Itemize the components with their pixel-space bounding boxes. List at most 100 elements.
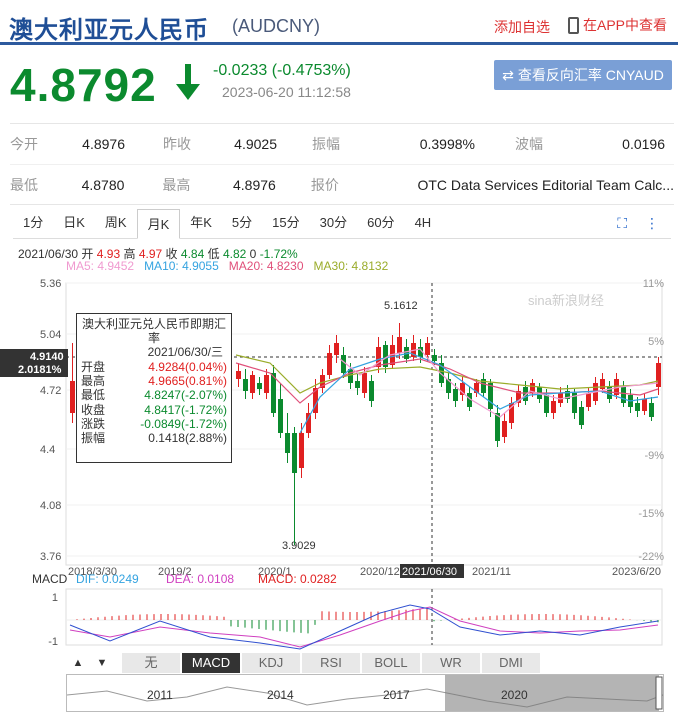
macd-dea: DEA: 0.0108: [166, 572, 234, 586]
indicator-tab-0[interactable]: 无: [122, 653, 180, 673]
y-right-tick-label: 5%: [648, 336, 664, 348]
tooltip-label: 最低: [81, 388, 106, 403]
stat-label: 报价: [310, 176, 339, 193]
y-right-tick-label: 11%: [643, 278, 664, 290]
tooltip-value: 4.8417(-1.72%): [144, 402, 227, 417]
min-label: 3.9029: [282, 540, 316, 552]
y-tick-label: 4.4: [40, 444, 55, 456]
tooltip-date: 2021/06/30/三: [147, 345, 223, 359]
candle-body: [299, 433, 304, 468]
stat-value: 4.8780: [81, 176, 125, 193]
candle-body: [306, 413, 311, 433]
macd-label: MACD: [32, 572, 68, 586]
macd-y-label: 1: [52, 592, 58, 604]
indicator-tab-6[interactable]: DMI: [482, 653, 540, 673]
indicator-tabs: ▲ ▼ 无 MACD KDJ RSI BOLL WR DMI: [66, 652, 664, 674]
overview-year: 2017: [383, 688, 410, 702]
x-tick-label: 2021/11: [472, 566, 511, 578]
y-tick-label: 5.36: [40, 278, 61, 290]
indicator-tab-2[interactable]: KDJ: [242, 653, 300, 673]
cursor-pct: 2.0181%: [18, 364, 62, 376]
stat-value: 4.8976: [233, 176, 276, 193]
candle-body: [250, 375, 255, 393]
macd-y-label: -1: [48, 636, 58, 648]
candle-body: [334, 343, 339, 355]
tooltip-value: 4.9284(0.04%): [148, 360, 227, 374]
tooltip: 澳大利亚元兑人民币即期汇率 2021/06/30/三 开盘 4.9284(0.04…: [76, 313, 232, 463]
tooltip-row: 振幅 0.1418(2.88%): [81, 431, 227, 445]
stat-label: 最低: [10, 176, 38, 193]
candle-body: [432, 355, 437, 361]
tooltip-title: 澳大利亚元兑人民币即期汇率: [81, 317, 226, 345]
tooltip-label: 最高: [81, 374, 106, 389]
overview-year: 2011: [147, 688, 173, 702]
overview-handle: [655, 676, 663, 710]
candle-body: [355, 381, 360, 388]
candle-body: [362, 373, 367, 393]
overview-year: 2020: [501, 688, 528, 702]
tooltip-value: -0.0849(-1.72%): [140, 416, 227, 431]
tooltip-label: 收盘: [81, 402, 106, 417]
stat-label: 波幅: [515, 136, 543, 152]
candle-body: [348, 369, 353, 383]
overview-navigator[interactable]: 2011 2014 2017 2020: [66, 674, 664, 712]
tab-9[interactable]: 4H: [405, 208, 442, 238]
indicator-tab-5[interactable]: WR: [422, 653, 480, 673]
overview-year: 2014: [267, 688, 294, 702]
stat-label: 昨收: [163, 136, 191, 152]
tab-5[interactable]: 5分: [222, 208, 262, 238]
kline-tab-list: 1分 日K 周K 月K 年K 5分 15分 30分 60分 4H: [13, 208, 442, 239]
candle-body: [502, 421, 507, 437]
candle-body: [642, 399, 647, 411]
stat-label: 最高: [162, 176, 191, 193]
stat-value: OTC Data Services Editorial Team Calc...: [417, 176, 674, 193]
tooltip-row: 最低 4.8247(-2.07%): [81, 388, 227, 402]
page-title: 澳大利亚元人民币: [9, 17, 209, 44]
open-in-app-link[interactable]: 在APP中查看: [568, 15, 667, 35]
tab-6[interactable]: 15分: [262, 208, 309, 238]
fullscreen-icon[interactable]: ⛶: [617, 215, 627, 232]
tooltip-row: 涨跌 -0.0849(-1.72%): [81, 417, 227, 431]
stat-label: 今开: [10, 136, 38, 152]
candle-body: [635, 403, 640, 411]
ma10-line: [299, 352, 659, 434]
y-tick-label: 4.08: [40, 500, 61, 512]
indicator-tab-4[interactable]: BOLL: [362, 653, 420, 673]
tab-3[interactable]: 月K: [136, 209, 181, 239]
current-price: 4.8792: [10, 59, 157, 111]
tab-0[interactable]: 1分: [13, 208, 53, 238]
ma5-label: MA5: 4.9452: [66, 259, 135, 273]
candle-body: [551, 401, 556, 413]
y-tick-label: 4.72: [40, 385, 61, 397]
macd-value: MACD: 0.0282: [258, 572, 337, 586]
tooltip-label: 开盘: [81, 360, 106, 374]
tab-1[interactable]: 日K: [53, 208, 95, 238]
indicator-tab-1[interactable]: MACD: [182, 653, 240, 673]
tab-2[interactable]: 周K: [95, 208, 137, 238]
tooltip-row: 开盘 4.9284(0.04%): [81, 360, 227, 374]
cursor-price: 4.9140: [30, 351, 64, 363]
tab-7[interactable]: 30分: [310, 208, 357, 238]
arrow-up-icon[interactable]: ▲: [66, 653, 90, 673]
tab-4[interactable]: 年K: [180, 208, 222, 238]
candle-body: [243, 379, 248, 391]
add-favorite-link[interactable]: 添加自选: [494, 17, 550, 37]
candle-body: [579, 407, 584, 425]
arrow-down-icon: [176, 64, 200, 100]
candle-body: [341, 355, 346, 373]
tooltip-value: 4.9665(0.81%): [148, 374, 227, 389]
more-icon[interactable]: ⋮: [645, 215, 659, 232]
stat-value: 0.3998%: [419, 136, 475, 152]
tab-8[interactable]: 60分: [357, 208, 404, 238]
swap-icon: ⇄: [502, 66, 514, 83]
phone-icon: [568, 16, 579, 34]
indicator-tab-3[interactable]: RSI: [302, 653, 360, 673]
ma10-label: MA10: 4.9055: [144, 259, 219, 273]
candle-body: [278, 399, 283, 433]
cursor-date: 2021/06/30: [402, 566, 457, 578]
watermark: sina新浪财经: [528, 293, 604, 308]
reverse-rate-button[interactable]: ⇄ 查看反向汇率 CNYAUD: [494, 60, 672, 90]
candle-body: [236, 371, 241, 379]
tooltip-row: 最高 4.9665(0.81%): [81, 374, 227, 388]
arrow-down-icon[interactable]: ▼: [90, 653, 114, 673]
